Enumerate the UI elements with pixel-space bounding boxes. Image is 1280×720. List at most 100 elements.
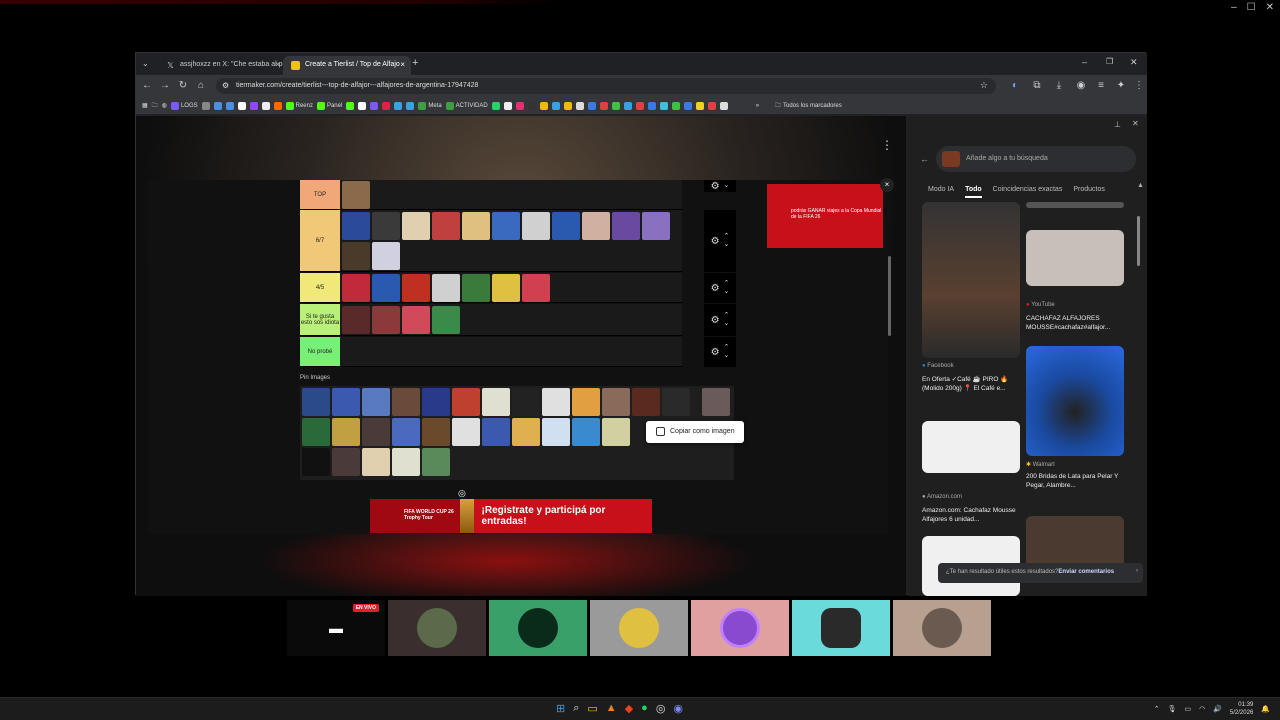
participant-tile-screen[interactable]: ▬ EN VIVO [287,600,385,656]
spotify-icon[interactable]: ● [641,702,648,715]
minimize-button[interactable]: – [1231,2,1237,13]
alfajor-item[interactable] [452,418,480,446]
participant-tile[interactable] [691,600,789,656]
chevron-down-icon[interactable]: ⌄ [724,352,730,360]
alfajor-item[interactable] [342,212,370,240]
bookmark-logs[interactable]: LOGS [170,101,198,110]
alfajor-item[interactable] [452,388,480,416]
participant-tile[interactable] [489,600,587,656]
chevron-up-icon[interactable]: ⌃ [724,280,730,288]
result-title[interactable]: 200 Bridas de Lata para Pelar Y Pegar, A… [1026,472,1126,490]
bookmark-favicon-icon[interactable] [575,101,584,110]
ad-banner-right[interactable]: podrás GANAR viajes a la Copa Mundial de… [767,184,883,248]
apps-icon[interactable]: ▦ [142,102,148,109]
alfajor-item[interactable] [612,212,640,240]
all-bookmarks-folder[interactable]: 🗀 Todos los marcadores [775,101,842,111]
forward-icon[interactable]: → [158,80,172,91]
participant-tile[interactable] [388,600,486,656]
extension-icon[interactable]: ◐ [1008,80,1022,91]
bookmark-favicon-icon[interactable] [394,101,403,110]
side-panel-scrollbar[interactable] [1137,216,1140,266]
maximize-button[interactable]: ☐ [1247,2,1256,13]
tab-search-icon[interactable]: ⌄ [142,59,149,68]
result-title[interactable]: Amazon.com: Cachafaz Mousse Alfajores 6 … [922,506,1022,524]
alfajor-item[interactable] [492,274,520,302]
more-bookmarks-button[interactable]: » [756,103,759,109]
mic-icon[interactable]: 🎙 [1168,705,1177,713]
alfajor-item[interactable] [482,388,510,416]
gear-icon[interactable]: ⚙ [711,347,720,358]
display-icon[interactable]: ▭ [1184,705,1191,713]
alfajor-item[interactable] [362,418,390,446]
alfajor-item[interactable] [332,418,360,446]
tier-label[interactable]: TOP [300,180,340,209]
alfajor-item[interactable] [342,181,370,209]
send-feedback-link[interactable]: Enviar comentarios [1058,569,1114,575]
bookmark-reenz[interactable]: Reenz [285,101,313,110]
tab-close-icon[interactable]: × [400,60,405,69]
instagram-icon[interactable] [515,101,524,110]
chevron-up-icon[interactable]: ⌃ [724,344,730,352]
lens-icon[interactable]: ◎ [458,488,466,499]
result-image[interactable] [922,421,1020,473]
alfajor-item[interactable] [372,212,400,240]
browser-minimize-button[interactable]: – [1082,57,1087,67]
whatsapp-icon[interactable] [491,101,500,110]
bookmark-favicon-icon[interactable] [707,101,716,110]
discord-icon[interactable]: ◉ [673,702,683,715]
bookmark-favicon-icon[interactable] [201,101,210,110]
chevron-right-icon[interactable]: › [1136,568,1138,574]
alfajor-item[interactable] [522,274,550,302]
bookmark-favicon-icon[interactable] [346,101,355,110]
tab-productos[interactable]: Productos [1073,186,1105,198]
alfajor-item[interactable] [552,212,580,240]
alfajor-item[interactable] [482,418,510,446]
alfajor-item[interactable] [422,448,450,476]
bookmark-favicon-icon[interactable] [587,101,596,110]
tier-label[interactable]: 6/7 [300,210,340,271]
bookmark-favicon-icon[interactable] [382,101,391,110]
bookmark-favicon-icon[interactable] [563,101,572,110]
context-menu-copy-image[interactable]: Copiar como imagen [646,421,744,443]
bookmark-favicon-icon[interactable] [635,101,644,110]
bookmark-favicon-icon[interactable] [623,101,632,110]
alfajor-item[interactable] [512,388,540,416]
alfajor-item[interactable] [422,418,450,446]
alfajor-item[interactable] [392,388,420,416]
profile-icon[interactable]: ◉ [1074,80,1088,91]
tab-x[interactable]: 𝕏 assjhoxzz en X: "Che estaba al p × [158,56,286,75]
alfajor-item[interactable] [602,418,630,446]
participant-tile[interactable] [792,600,890,656]
alfajor-item[interactable] [342,242,370,270]
search-icon[interactable]: ⌕ [573,702,579,715]
alfajor-item[interactable] [702,388,730,416]
tab-modo-ia[interactable]: Modo IA [928,186,954,198]
alfajor-item[interactable] [462,212,490,240]
alfajor-item[interactable] [302,448,330,476]
notification-bell-icon[interactable]: 🔔 [1261,705,1270,713]
chevron-up-icon[interactable]: ⌃ [724,312,730,320]
alfajor-item[interactable] [602,388,630,416]
site-info-icon[interactable]: ⚙ [222,81,229,90]
browser-restore-button[interactable]: ❐ [1106,57,1113,66]
page-menu-icon[interactable]: ⋮ [881,138,893,152]
alfajor-item[interactable] [332,388,360,416]
alfajor-item[interactable] [362,388,390,416]
alfajor-item[interactable] [342,306,370,334]
alfajor-item[interactable] [512,418,540,446]
tab-todo[interactable]: Todo [965,186,982,198]
bookmark-favicon-icon[interactable] [527,101,536,110]
alfajor-item[interactable] [402,212,430,240]
bookmark-favicon-icon[interactable] [225,101,234,110]
bookmark-favicon-icon[interactable] [213,101,222,110]
address-bar[interactable]: ⚙ tiermaker.com/create/tierlist---top-de… [216,78,996,94]
bookmark-favicon-icon[interactable] [406,101,415,110]
bookmark-favicon-icon[interactable] [503,101,512,110]
wifi-icon[interactable]: ◠ [1199,705,1205,713]
bookmark-favicon-icon[interactable] [683,101,692,110]
alfajor-item[interactable] [542,418,570,446]
participant-tile[interactable] [893,600,991,656]
alfajor-item[interactable] [462,274,490,302]
browser-close-button[interactable]: ✕ [1130,57,1138,68]
alfajor-item[interactable] [582,212,610,240]
